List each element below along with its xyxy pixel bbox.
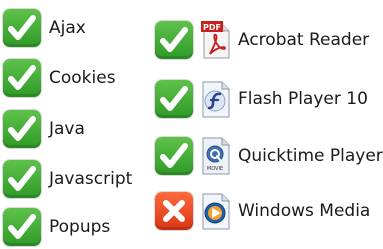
- plugin-row-acrobat: PDF Acrobat Reader: [155, 18, 369, 62]
- windows-media-icon: [200, 191, 232, 231]
- feature-label: Javascript: [49, 169, 133, 189]
- feature-row-cookies: Cookies: [3, 56, 116, 100]
- feature-row-java: Java: [3, 107, 85, 151]
- checkmark-icon: [155, 80, 193, 118]
- plugin-row-windows-media: Windows Media: [155, 189, 370, 233]
- feature-row-ajax: Ajax: [3, 6, 86, 50]
- feature-label: Popups: [49, 217, 111, 237]
- pdf-badge-text: PDF: [203, 23, 221, 32]
- plugin-row-quicktime: MOVIE Quicktime Player: [155, 134, 383, 178]
- flash-player-icon: [200, 79, 232, 119]
- checkmark-icon: [3, 59, 41, 97]
- checkmark-icon: [155, 21, 193, 59]
- quicktime-movie-icon: MOVIE: [200, 136, 232, 176]
- x-icon: [155, 192, 193, 230]
- checkmark-icon: [3, 9, 41, 47]
- feature-row-javascript: Javascript: [3, 157, 132, 201]
- plugin-label: Quicktime Player: [238, 146, 383, 166]
- checkmark-icon: [155, 137, 193, 175]
- checkmark-icon: [3, 208, 41, 246]
- checkmark-icon: [3, 110, 41, 148]
- movie-badge-text: MOVIE: [207, 166, 223, 172]
- acrobat-pdf-icon: PDF: [200, 20, 232, 60]
- feature-label: Java: [49, 119, 85, 139]
- checkmark-icon: [3, 160, 41, 198]
- plugin-label: Acrobat Reader: [238, 30, 370, 50]
- feature-label: Ajax: [49, 18, 86, 38]
- plugin-label: Windows Media: [238, 201, 371, 221]
- feature-label: Cookies: [49, 68, 116, 88]
- feature-row-popups: Popups: [3, 205, 110, 249]
- plugin-label: Flash Player 10: [238, 89, 368, 109]
- plugin-row-flash: Flash Player 10: [155, 77, 368, 121]
